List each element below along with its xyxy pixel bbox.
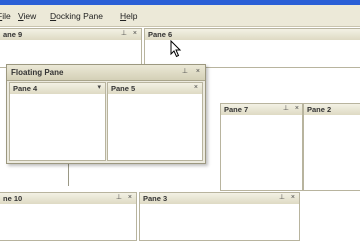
pane-4-title: Pane 4 [13,84,38,93]
menu-bar: File View Docking Pane Help [0,5,360,27]
menu-view[interactable]: View [18,11,36,21]
close-icon[interactable]: × [196,68,200,76]
arrow-cursor-icon [170,40,182,58]
menu-file[interactable]: File [0,11,11,21]
pin-icon[interactable]: ⊥ [283,105,289,113]
chevron-down-icon[interactable]: ▾ [97,84,101,92]
close-icon[interactable]: × [295,105,299,113]
pane-4-content [10,94,105,160]
pane-6-title: Pane 6 [148,30,173,39]
menu-help[interactable]: Help [120,11,137,21]
menu-docking-pane[interactable]: Docking Pane [50,11,103,21]
close-icon[interactable]: × [291,194,295,202]
pane-4: Pane 4 ▾ [9,82,106,161]
pane-9: ane 9 ⊥ × [0,28,142,68]
pane-10-content [0,204,136,240]
pin-icon[interactable]: ⊥ [121,30,127,38]
floating-pane-window: Floating Pane ⊥ × Pane 4 ▾ Pane 5 × [6,64,206,164]
pane-10: ne 10 ⊥ × [0,192,137,241]
pane-9-content [0,40,141,67]
pane-10-title: ne 10 [3,194,23,203]
pane-5: Pane 5 × [107,82,203,161]
pane-5-content [108,94,202,160]
pane-2: Pane 2 ⊥ [303,103,360,191]
pane-7-content [221,115,302,190]
floating-pane-title: Floating Pane [11,68,64,77]
pane-3-title: Pane 3 [143,194,168,203]
pane-7-title: Pane 7 [224,105,249,114]
pane-2-content [304,115,360,190]
pin-icon[interactable]: ⊥ [116,194,122,202]
close-icon[interactable]: × [133,30,137,38]
pane-9-title: ane 9 [3,30,23,39]
pane-7: Pane 7 ⊥ × [220,103,303,191]
pane-5-title: Pane 5 [111,84,136,93]
floating-pane-titlebar[interactable]: Floating Pane ⊥ × [7,65,205,81]
close-icon[interactable]: × [128,194,132,202]
pane-3-content [140,204,299,240]
pin-icon[interactable]: ⊥ [182,68,188,76]
dock-splitter[interactable] [68,164,69,186]
pane-3: Pane 3 ⊥ × [139,192,300,241]
pane-2-title: Pane 2 [307,105,332,114]
pin-icon[interactable]: ⊥ [279,194,285,202]
close-icon[interactable]: × [194,84,198,92]
